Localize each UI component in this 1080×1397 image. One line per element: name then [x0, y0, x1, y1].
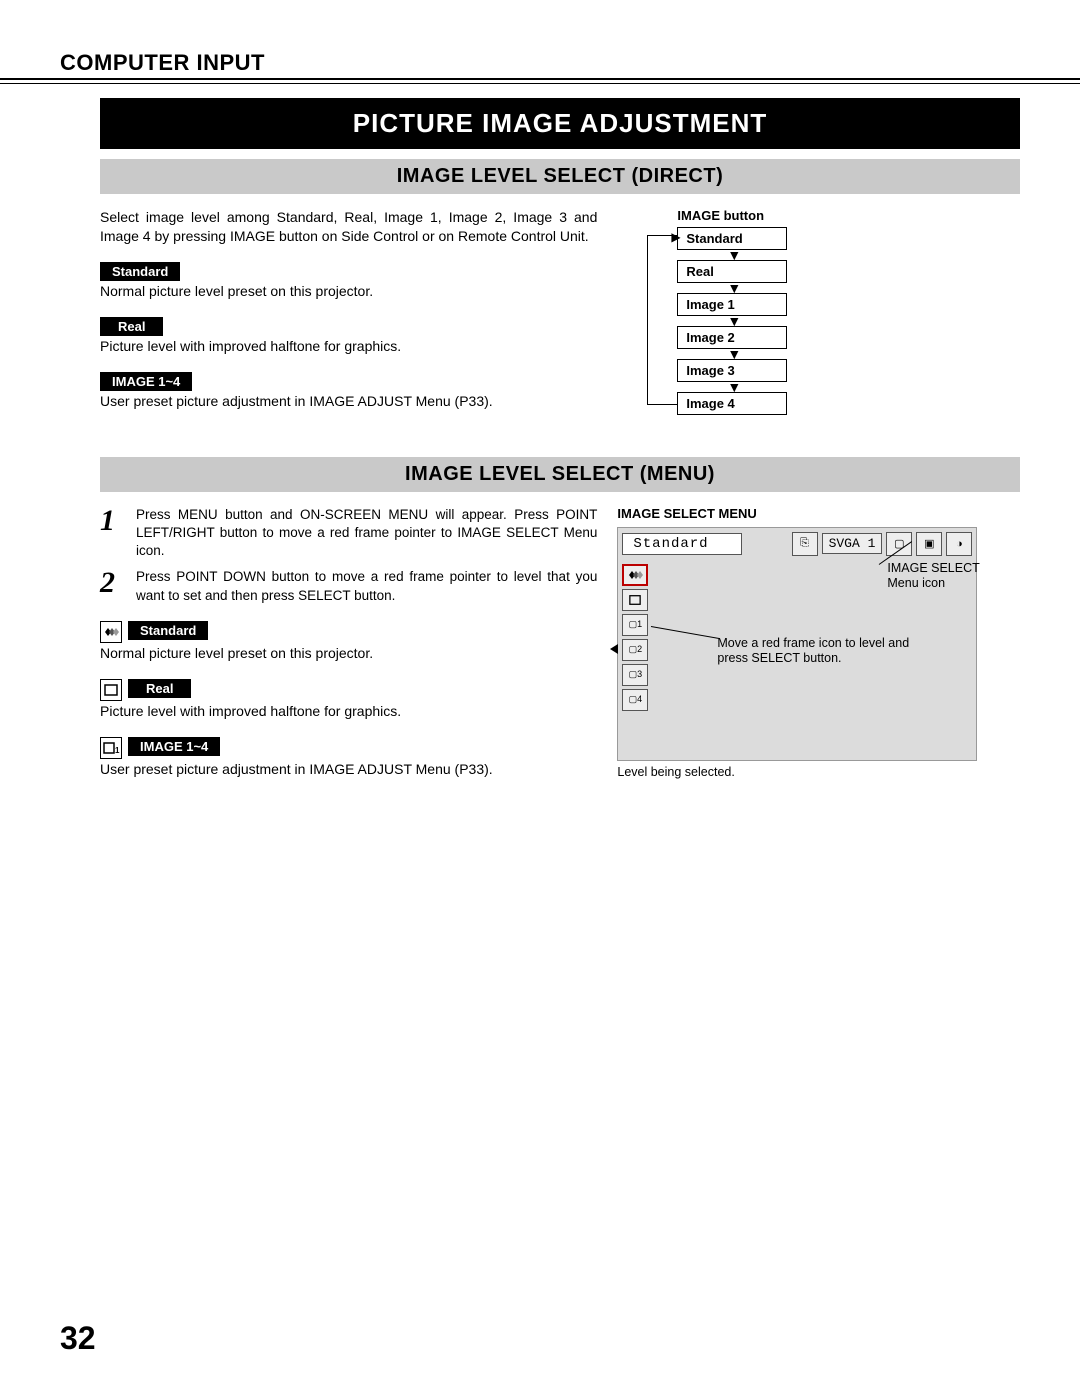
button-cycle-diagram: ▶ Standard ▼ Real ▼ Image 1 ▼ Image 2 ▼ … — [647, 227, 1020, 415]
flow-image4: Image 4 — [677, 392, 787, 415]
image-select-menu-title: IMAGE SELECT MENU — [617, 506, 1020, 521]
label-real-2: Real — [128, 679, 191, 698]
osd-item-real — [622, 589, 648, 611]
svg-text:1: 1 — [115, 746, 120, 755]
osd-item-standard — [622, 564, 648, 586]
section-header: COMPUTER INPUT — [60, 50, 1020, 76]
diagram-title: IMAGE button — [677, 208, 1020, 223]
osd-status-box: Standard — [622, 533, 742, 555]
step-2-text: Press POINT DOWN button to move a red fr… — [136, 568, 597, 604]
step-1-text: Press MENU button and ON-SCREEN MENU wil… — [136, 506, 597, 561]
osd-sidebar: ▢1 ▢2 ▢3 ▢4 — [618, 560, 652, 760]
osd-setting-icon: ◑ — [946, 532, 972, 556]
desc-real: Picture level with improved halftone for… — [100, 338, 597, 354]
label-image14: IMAGE 1~4 — [100, 372, 192, 391]
osd-item-image1: ▢1 — [622, 614, 648, 636]
real-icon — [100, 679, 122, 701]
osd-input-icon: ⎘ — [792, 532, 818, 556]
desc-standard-2: Normal picture level preset on this proj… — [100, 645, 597, 661]
intro-text: Select image level among Standard, Real,… — [100, 208, 597, 246]
desc-standard: Normal picture level preset on this proj… — [100, 283, 597, 299]
arrow-down-icon: ▼ — [727, 283, 737, 293]
pointer-triangle-icon — [610, 644, 618, 654]
desc-image14-2: User preset picture adjustment in IMAGE … — [100, 761, 597, 777]
title-banner: PICTURE IMAGE ADJUSTMENT — [100, 98, 1020, 149]
annotation-menuicon: IMAGE SELECT Menu icon — [887, 561, 997, 592]
label-standard-2: Standard — [128, 621, 208, 640]
label-standard: Standard — [100, 262, 180, 281]
image-preset-icon: 1 — [100, 737, 122, 759]
horizontal-rule — [0, 78, 1080, 84]
subsection-banner-direct: IMAGE LEVEL SELECT (DIRECT) — [100, 159, 1020, 194]
step-number-2: 2 — [100, 568, 124, 604]
desc-image14: User preset picture adjustment in IMAGE … — [100, 393, 597, 409]
caption-level-selected: Level being selected. — [617, 765, 1020, 779]
arrow-down-icon: ▼ — [727, 349, 737, 359]
osd-svga-label: SVGA 1 — [822, 533, 883, 554]
label-image14-2: IMAGE 1~4 — [128, 737, 220, 756]
osd-item-image3: ▢3 — [622, 664, 648, 686]
subsection-banner-menu: IMAGE LEVEL SELECT (MENU) — [100, 457, 1020, 492]
desc-real-2: Picture level with improved halftone for… — [100, 703, 597, 719]
arrow-down-icon: ▼ — [727, 382, 737, 392]
standard-icon — [100, 621, 122, 643]
annotation-move: Move a red frame icon to level and press… — [717, 636, 937, 667]
step-number-1: 1 — [100, 506, 124, 561]
arrow-down-icon: ▼ — [727, 316, 737, 326]
page-number: 32 — [60, 1320, 96, 1357]
osd-item-image2: ▢2 — [622, 639, 648, 661]
osd-image-icon: ▣ — [916, 532, 942, 556]
label-real: Real — [100, 317, 163, 336]
osd-item-image4: ▢4 — [622, 689, 648, 711]
arrow-down-icon: ▼ — [727, 250, 737, 260]
